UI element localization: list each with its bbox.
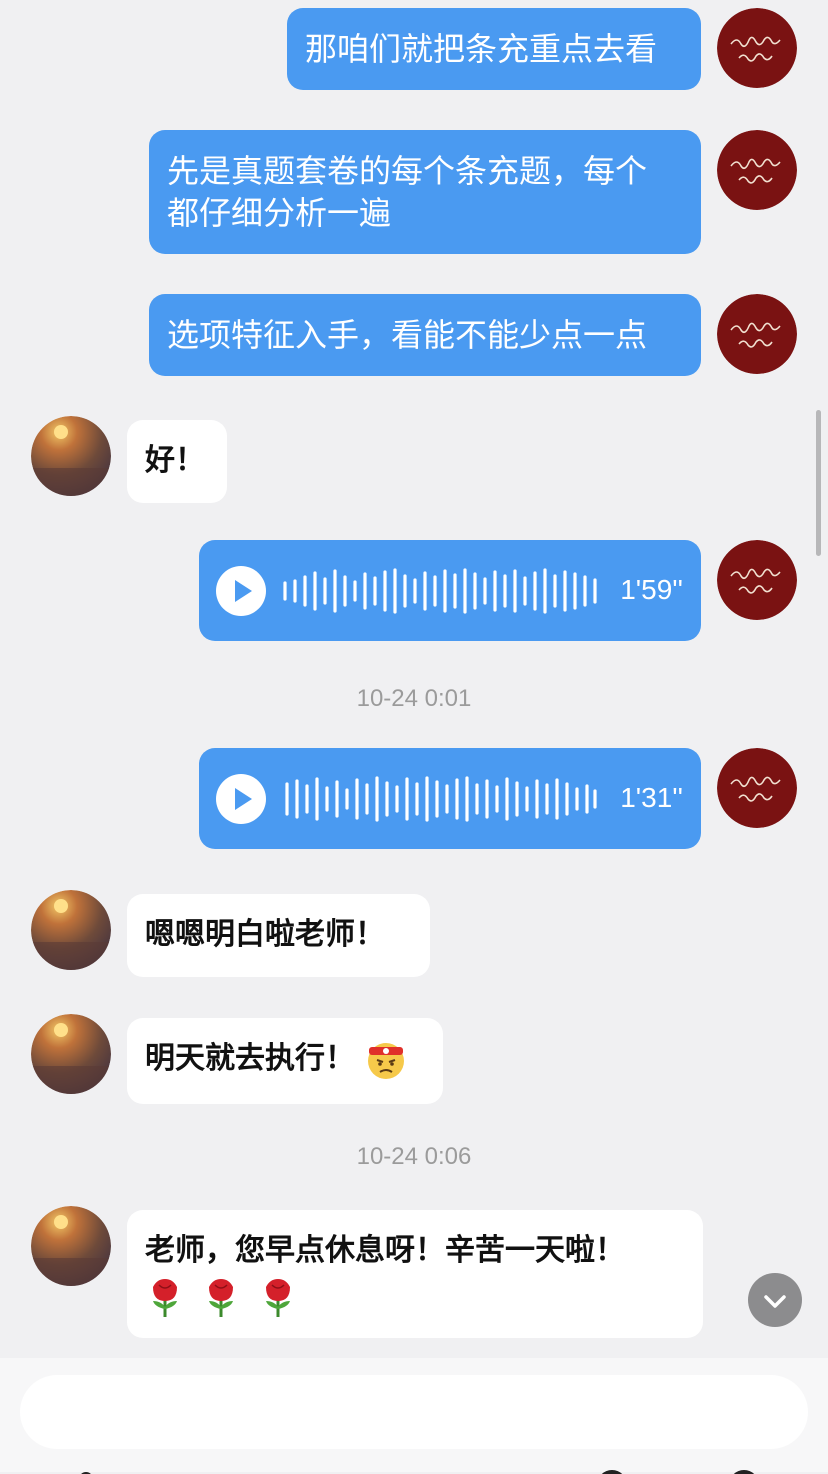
message-text: 嗯嗯明白啦老师！ (145, 917, 385, 952)
rose-icon (153, 1279, 177, 1317)
message-text: 那咱们就把条充重点去看 (305, 30, 658, 68)
message-bubble-incoming[interactable]: 嗯嗯明白啦老师！ (127, 894, 430, 977)
message-text-line: 都仔细分析一遍 (167, 194, 392, 232)
calligraphy-seal-avatar-icon (717, 540, 797, 620)
student-avatar[interactable] (31, 1014, 111, 1094)
voice-duration: 1'59'' (620, 574, 683, 605)
sunset-photo-avatar-icon (31, 890, 111, 970)
timestamp: 10-24 0:06 (356, 1143, 472, 1170)
determined-face-headband-emoji-icon (368, 1043, 405, 1079)
image-icon[interactable] (196, 1464, 244, 1474)
chevron-down-icon (764, 1295, 786, 1308)
rose-icon (265, 1279, 290, 1317)
message-bubble-outgoing[interactable]: 选项特征入手，看能不能少点一点 (149, 294, 701, 376)
calligraphy-seal-avatar-icon (717, 748, 797, 828)
student-avatar[interactable] (31, 416, 111, 496)
waveform-icon (285, 776, 597, 822)
message-bubble-outgoing[interactable]: 那咱们就把条充重点去看 (287, 8, 701, 90)
message-text: 老师，您早点休息呀！辛苦一天啦！ (145, 1233, 625, 1268)
plus-icon[interactable] (724, 1464, 772, 1474)
voice-message[interactable]: 1'31'' (199, 748, 701, 849)
teacher-avatar[interactable] (717, 540, 797, 620)
sunset-photo-avatar-icon (31, 416, 111, 496)
message-bubble-incoming[interactable]: 老师，您早点休息呀！辛苦一天啦！ (127, 1210, 703, 1338)
sunset-photo-avatar-icon (31, 1206, 111, 1286)
message-bubble-incoming[interactable]: 好！ (127, 420, 227, 503)
red-packet-icon[interactable] (460, 1464, 508, 1474)
message-text-line: 先是真题套卷的每个条充题，每个 (167, 152, 648, 190)
emoji-icon[interactable] (592, 1464, 640, 1474)
timestamp: 10-24 0:01 (356, 685, 472, 712)
teacher-avatar[interactable] (717, 294, 797, 374)
voice-message[interactable]: 1'59'' (199, 540, 701, 641)
teacher-avatar[interactable] (717, 8, 797, 88)
camera-icon[interactable] (328, 1464, 376, 1474)
message-text: 明天就去执行！ (145, 1041, 355, 1076)
scrollbar[interactable] (816, 410, 821, 556)
waveform-icon (283, 568, 597, 614)
student-avatar[interactable] (31, 1206, 111, 1286)
chat-history[interactable]: 那咱们就把条充重点去看 先是真题套卷的每个条充题，每个 都仔细分析一遍 选项特征… (0, 0, 828, 1358)
calligraphy-seal-avatar-icon (717, 294, 797, 374)
teacher-avatar[interactable] (717, 130, 797, 210)
teacher-avatar[interactable] (717, 748, 797, 828)
rose-icon (209, 1279, 234, 1317)
sunset-photo-avatar-icon (31, 1014, 111, 1094)
play-icon[interactable] (216, 566, 266, 616)
message-bubble-outgoing[interactable]: 先是真题套卷的每个条充题，每个 都仔细分析一遍 (149, 130, 701, 254)
calligraphy-seal-avatar-icon (717, 8, 797, 88)
scroll-to-bottom-button[interactable] (748, 1273, 802, 1327)
voice-icon[interactable] (72, 1464, 120, 1474)
calligraphy-seal-avatar-icon (717, 130, 797, 210)
play-icon[interactable] (216, 774, 266, 824)
message-text: 好！ (145, 443, 205, 478)
student-avatar[interactable] (31, 890, 111, 970)
voice-duration: 1'31'' (620, 782, 683, 813)
message-bubble-incoming[interactable]: 明天就去执行！ (127, 1018, 443, 1104)
message-text: 选项特征入手，看能不能少点一点 (167, 316, 648, 354)
message-input-bar (0, 1358, 828, 1474)
message-input[interactable] (20, 1375, 808, 1449)
